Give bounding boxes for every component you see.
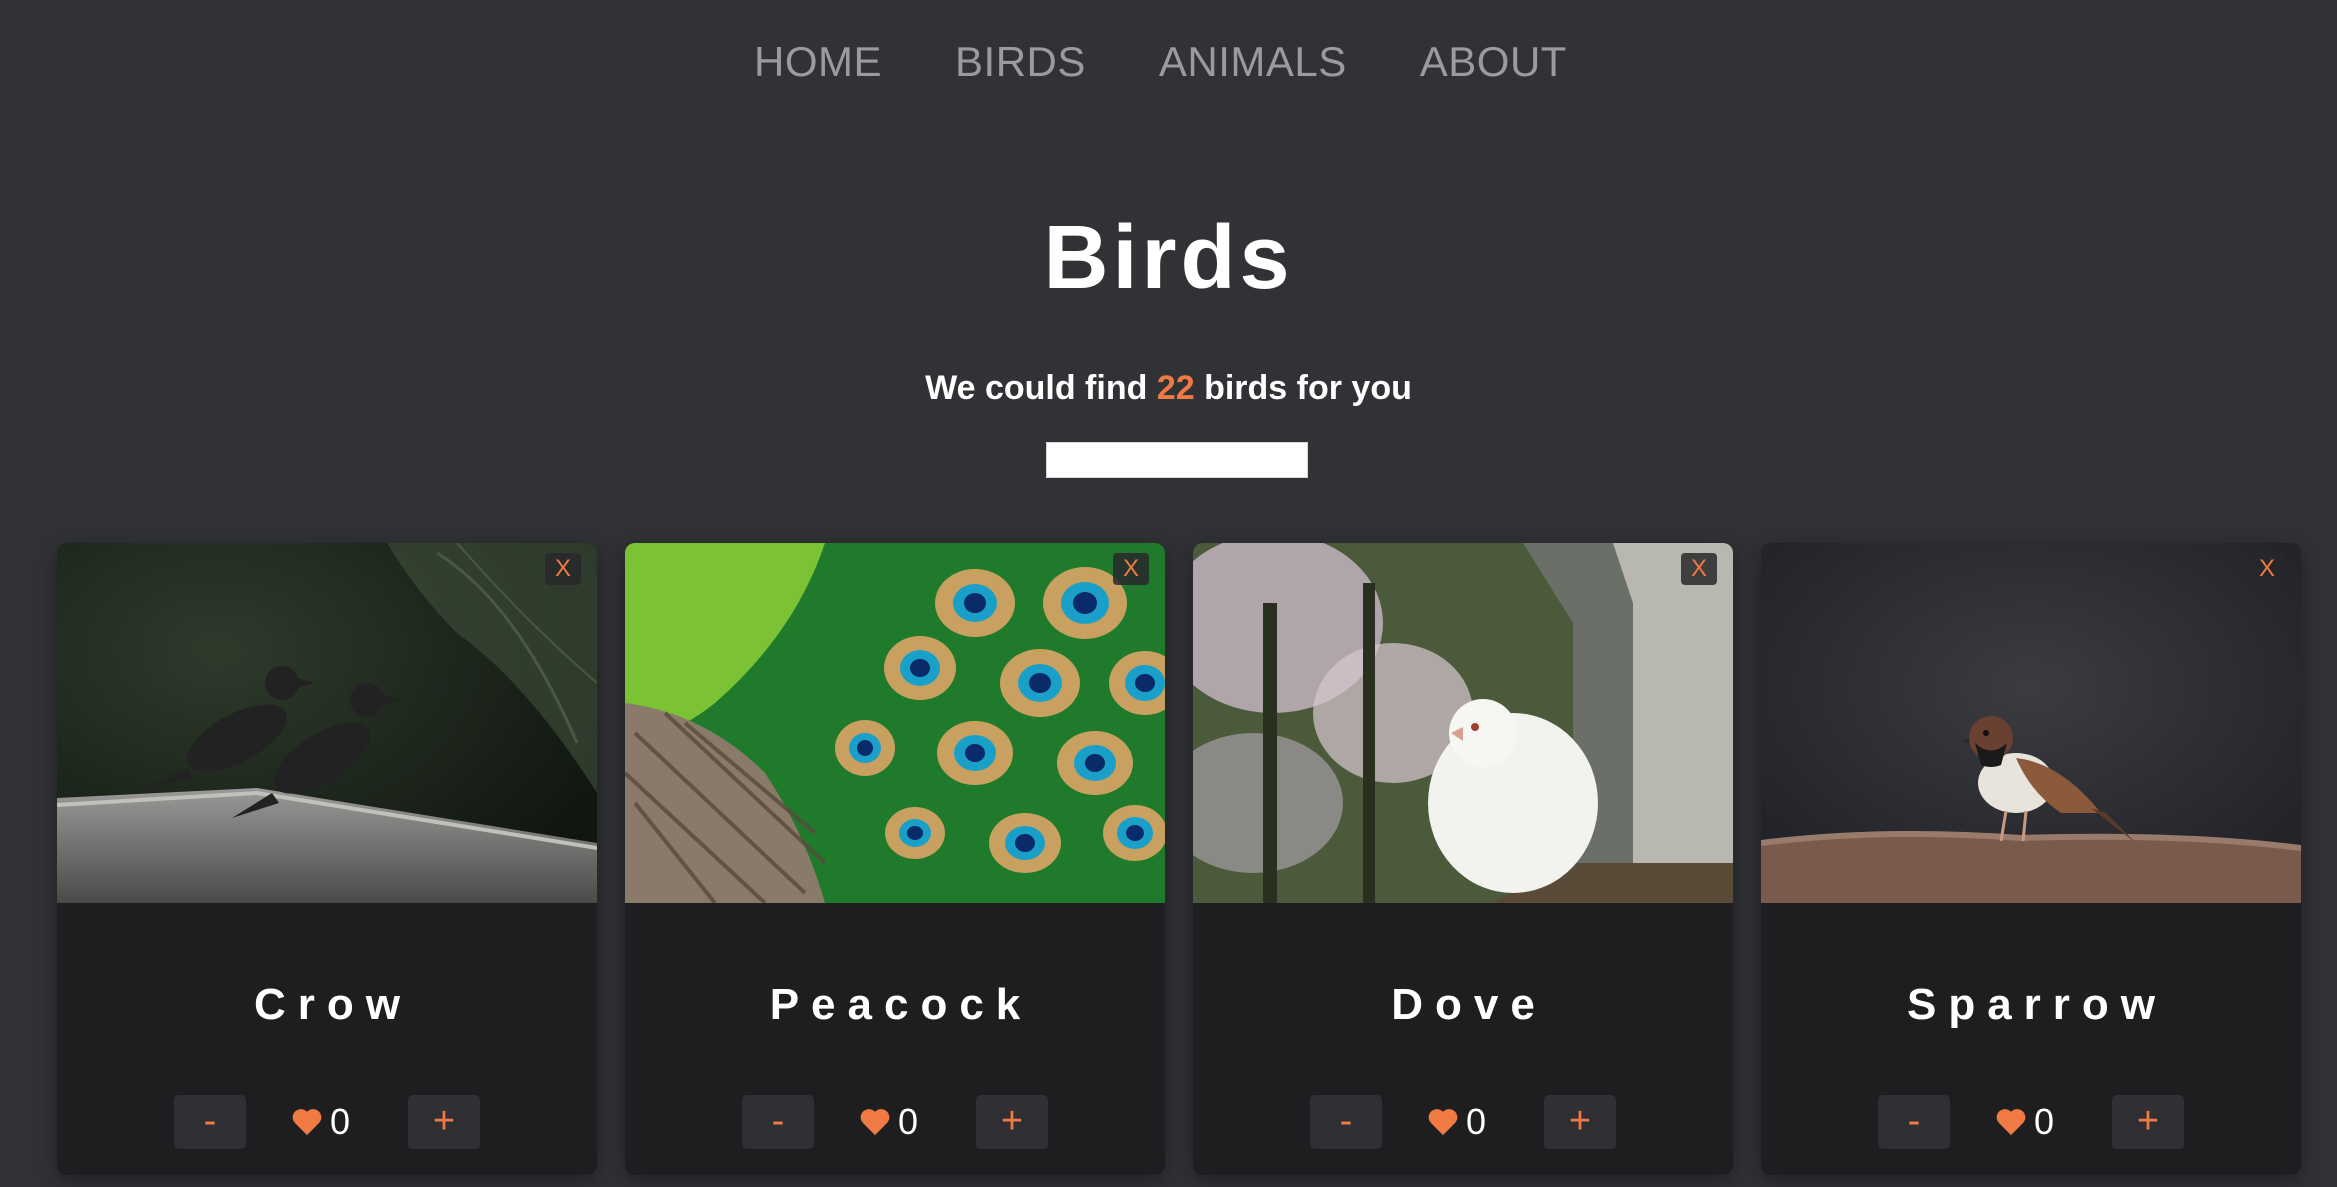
close-icon[interactable]: X — [1681, 553, 1717, 585]
like-count: 0 — [330, 1101, 351, 1142]
search-input[interactable] — [1046, 442, 1308, 478]
nav-birds-link[interactable]: BIRDS — [955, 34, 1086, 90]
summary-prefix: We could find — [925, 369, 1157, 407]
page-title: Birds — [1043, 208, 1294, 308]
like-count: 0 — [898, 1101, 919, 1142]
results-summary: We could find 22 birds for you — [0, 364, 2337, 412]
peacock-photo: X — [625, 543, 1165, 903]
decrement-likes-button[interactable]: - — [1878, 1095, 1950, 1149]
crow-photo: X — [57, 543, 597, 903]
increment-likes-button[interactable]: + — [2112, 1095, 2184, 1149]
increment-likes-button[interactable]: + — [1544, 1095, 1616, 1149]
like-count: 0 — [1466, 1101, 1487, 1142]
nav-about-link[interactable]: ABOUT — [1420, 34, 1567, 90]
heart-icon — [292, 1109, 322, 1136]
card-title: Peacock — [769, 980, 1033, 1029]
bird-card: X Peacock - 0 + — [625, 543, 1165, 1175]
decrement-likes-button[interactable]: - — [742, 1095, 814, 1149]
heart-icon — [1428, 1109, 1458, 1136]
like-count: 0 — [2034, 1101, 2055, 1142]
birds-page: HOME BIRDS ANIMALS ABOUT Birds We could … — [0, 0, 2337, 1187]
card-title: Sparrow — [1906, 980, 2168, 1029]
bird-card: X Dove - 0 + — [1193, 543, 1733, 1175]
like-counter: 0 — [1996, 1097, 2092, 1147]
like-counter: 0 — [1428, 1097, 1524, 1147]
nav-animals-link[interactable]: ANIMALS — [1159, 34, 1347, 90]
increment-likes-button[interactable]: + — [408, 1095, 480, 1149]
close-icon[interactable]: X — [1113, 553, 1149, 585]
decrement-likes-button[interactable]: - — [174, 1095, 246, 1149]
summary-suffix: birds for you — [1194, 369, 1412, 407]
card-grid: X Crow - 0 + X Peacock - 0 + X Dove - 0 … — [57, 543, 2301, 1175]
decrement-likes-button[interactable]: - — [1310, 1095, 1382, 1149]
close-icon[interactable]: X — [545, 553, 581, 585]
bird-card: X Sparrow - 0 + — [1761, 543, 2301, 1175]
dove-photo: X — [1193, 543, 1733, 903]
card-title: Crow — [254, 980, 412, 1029]
top-nav: HOME BIRDS ANIMALS ABOUT — [0, 34, 2337, 90]
close-icon[interactable]: X — [2249, 553, 2285, 585]
like-counter: 0 — [860, 1097, 956, 1147]
like-controls: - 0 + — [1193, 1095, 1733, 1149]
card-title: Dove — [1391, 980, 1547, 1029]
like-controls: - 0 + — [1761, 1095, 2301, 1149]
results-count: 22 — [1156, 369, 1195, 407]
like-controls: - 0 + — [57, 1095, 597, 1149]
heart-icon — [860, 1109, 890, 1136]
sparrow-photo: X — [1761, 543, 2301, 903]
bird-card: X Crow - 0 + — [57, 543, 597, 1175]
heart-icon — [1996, 1109, 2026, 1136]
like-counter: 0 — [292, 1097, 388, 1147]
nav-home-link[interactable]: HOME — [754, 34, 882, 90]
like-controls: - 0 + — [625, 1095, 1165, 1149]
increment-likes-button[interactable]: + — [976, 1095, 1048, 1149]
